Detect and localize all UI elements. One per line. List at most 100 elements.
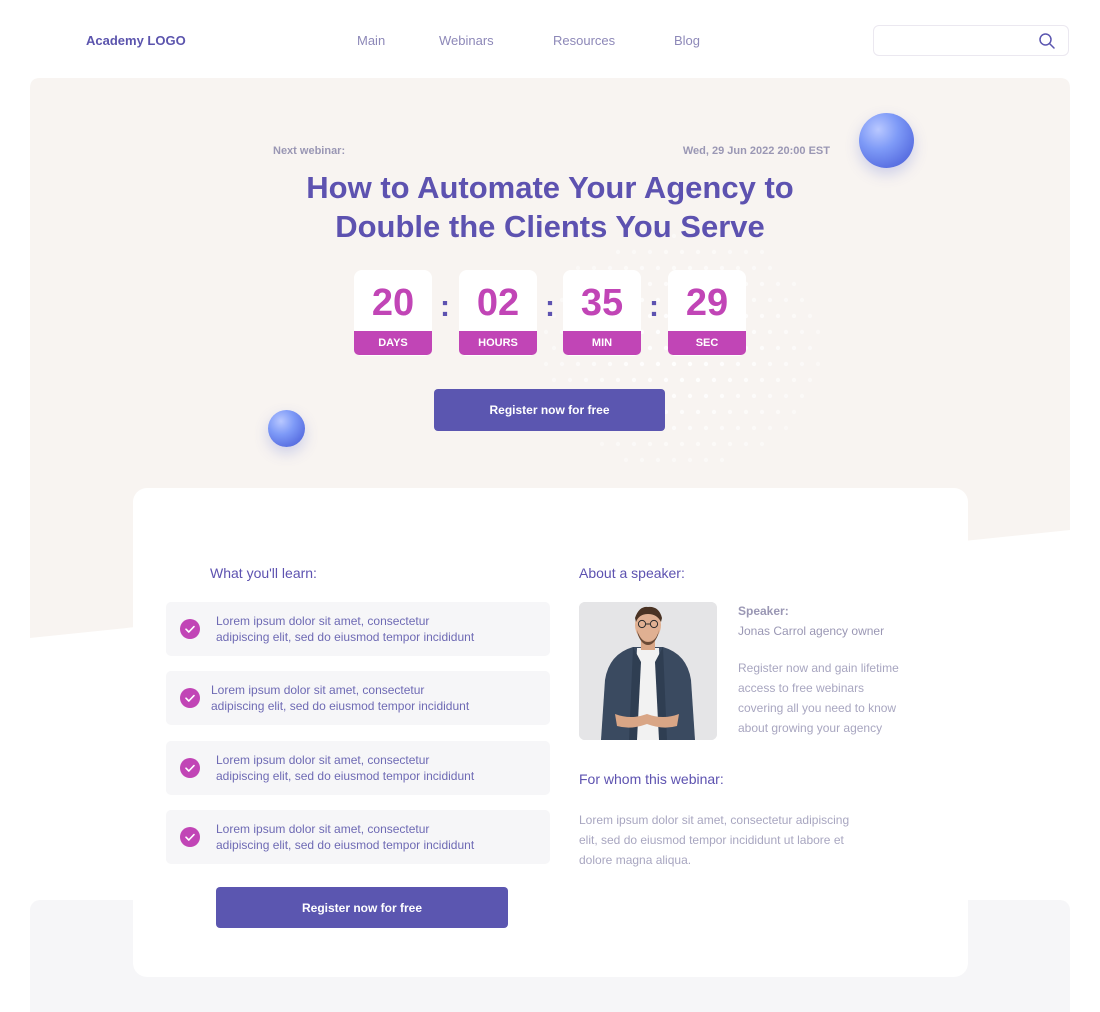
learn-section-title: What you'll learn: xyxy=(210,565,317,581)
learn-item-text: Lorem ipsum dolor sit amet, consectetur … xyxy=(211,682,531,714)
webinar-title-line2: Double the Clients You Serve xyxy=(335,209,765,244)
dot xyxy=(671,425,677,431)
dot xyxy=(719,457,725,463)
dot xyxy=(671,457,677,463)
dot xyxy=(783,393,789,399)
search-icon[interactable] xyxy=(1038,32,1056,50)
dot xyxy=(815,361,820,367)
countdown-min: 35 MIN xyxy=(563,270,641,356)
check-icon xyxy=(180,688,200,708)
dot xyxy=(767,393,773,399)
dot xyxy=(751,393,757,399)
dot xyxy=(719,361,725,367)
dot xyxy=(567,377,573,383)
speaker-description-line: Register now and gain lifetime xyxy=(738,661,899,675)
dot xyxy=(639,361,645,367)
countdown-label: SEC xyxy=(668,331,746,355)
dot xyxy=(623,457,629,463)
dot xyxy=(711,249,717,255)
countdown-separator: : xyxy=(545,290,555,323)
dot xyxy=(615,249,621,255)
dot xyxy=(743,249,749,255)
site-header: Academy LOGO Main Webinars Resources Blo… xyxy=(0,0,1100,80)
dot xyxy=(639,457,645,463)
search-box[interactable] xyxy=(873,25,1069,56)
dot xyxy=(695,249,701,255)
audience-section-title: For whom this webinar: xyxy=(579,771,724,787)
dot xyxy=(727,409,733,415)
countdown-separator: : xyxy=(649,290,659,323)
dot xyxy=(647,377,653,383)
dot xyxy=(575,361,581,367)
dot xyxy=(559,361,565,367)
dot xyxy=(631,377,637,383)
speaker-label: Speaker: xyxy=(738,604,789,618)
dot xyxy=(711,377,717,383)
nav-link-resources[interactable]: Resources xyxy=(553,33,615,48)
dot xyxy=(759,377,765,383)
speaker-description: Register now and gain lifetime access to… xyxy=(738,658,948,738)
dot xyxy=(631,441,637,447)
learn-item-line1: Lorem ipsum dolor sit amet, consectetur xyxy=(216,822,430,836)
dot xyxy=(687,425,693,431)
countdown-label: DAYS xyxy=(354,331,432,355)
check-icon xyxy=(180,758,200,778)
dot xyxy=(695,409,701,415)
learn-item-line1: Lorem ipsum dolor sit amet, consectetur xyxy=(216,614,430,628)
learn-item: Lorem ipsum dolor sit amet, consectetur … xyxy=(166,671,550,725)
dot xyxy=(583,377,589,383)
dot xyxy=(791,377,797,383)
learn-item-line2: adipiscing elit, sed do eiusmod tempor i… xyxy=(211,699,470,713)
speaker-photo xyxy=(579,602,717,740)
countdown-value: 20 xyxy=(371,282,415,324)
nav-link-blog[interactable]: Blog xyxy=(674,33,700,48)
dot xyxy=(743,441,749,447)
webinar-details-card: What you'll learn: Lorem ipsum dolor sit… xyxy=(133,488,968,977)
dot xyxy=(727,249,733,255)
dot xyxy=(679,249,685,255)
dot xyxy=(711,409,717,415)
nav-link-webinars[interactable]: Webinars xyxy=(439,33,494,48)
dot xyxy=(655,361,661,367)
dot xyxy=(551,377,557,383)
learn-item-text: Lorem ipsum dolor sit amet, consectetur … xyxy=(216,613,536,645)
register-button[interactable]: Register now for free xyxy=(216,887,508,928)
dot xyxy=(663,441,669,447)
countdown-label: MIN xyxy=(563,331,641,355)
dot xyxy=(791,409,797,415)
learn-item: Lorem ipsum dolor sit amet, consectetur … xyxy=(166,741,550,795)
audience-description-line: Lorem ipsum dolor sit amet, consectetur … xyxy=(579,813,850,827)
sphere-decoration xyxy=(859,113,914,168)
dot xyxy=(727,441,733,447)
learn-item-line2: adipiscing elit, sed do eiusmod tempor i… xyxy=(216,838,475,852)
register-button[interactable]: Register now for free xyxy=(434,389,665,431)
dot xyxy=(671,361,677,367)
speaker-description-line: covering all you need to know xyxy=(738,701,897,715)
dot xyxy=(799,393,805,399)
dot xyxy=(695,441,701,447)
dot xyxy=(775,377,781,383)
academy-logo[interactable]: Academy LOGO xyxy=(86,33,186,48)
dot xyxy=(807,377,813,383)
learn-item-line2: adipiscing elit, sed do eiusmod tempor i… xyxy=(216,769,475,783)
dot xyxy=(759,249,765,255)
dot xyxy=(735,393,741,399)
audience-description-line: elit, sed do eiusmod tempor incididunt u… xyxy=(579,833,844,847)
countdown-hours: 02 HOURS xyxy=(459,270,537,356)
dot xyxy=(615,377,621,383)
dot xyxy=(671,393,677,399)
audience-description-line: dolore magna aliqua. xyxy=(579,853,692,867)
dot xyxy=(783,361,789,367)
search-input[interactable] xyxy=(884,32,1034,50)
nav-link-main[interactable]: Main xyxy=(357,33,385,48)
dot xyxy=(623,361,629,367)
learn-item-line1: Lorem ipsum dolor sit amet, consectetur xyxy=(216,753,430,767)
webinar-title: How to Automate Your Agency to Double th… xyxy=(220,168,880,246)
dot xyxy=(687,361,693,367)
speaker-description-line: about growing your agency xyxy=(738,721,883,735)
dot xyxy=(687,393,693,399)
speaker-name: Jonas Carrol agency owner xyxy=(738,624,885,638)
dot xyxy=(663,249,669,255)
dot xyxy=(799,361,805,367)
dot xyxy=(647,441,653,447)
